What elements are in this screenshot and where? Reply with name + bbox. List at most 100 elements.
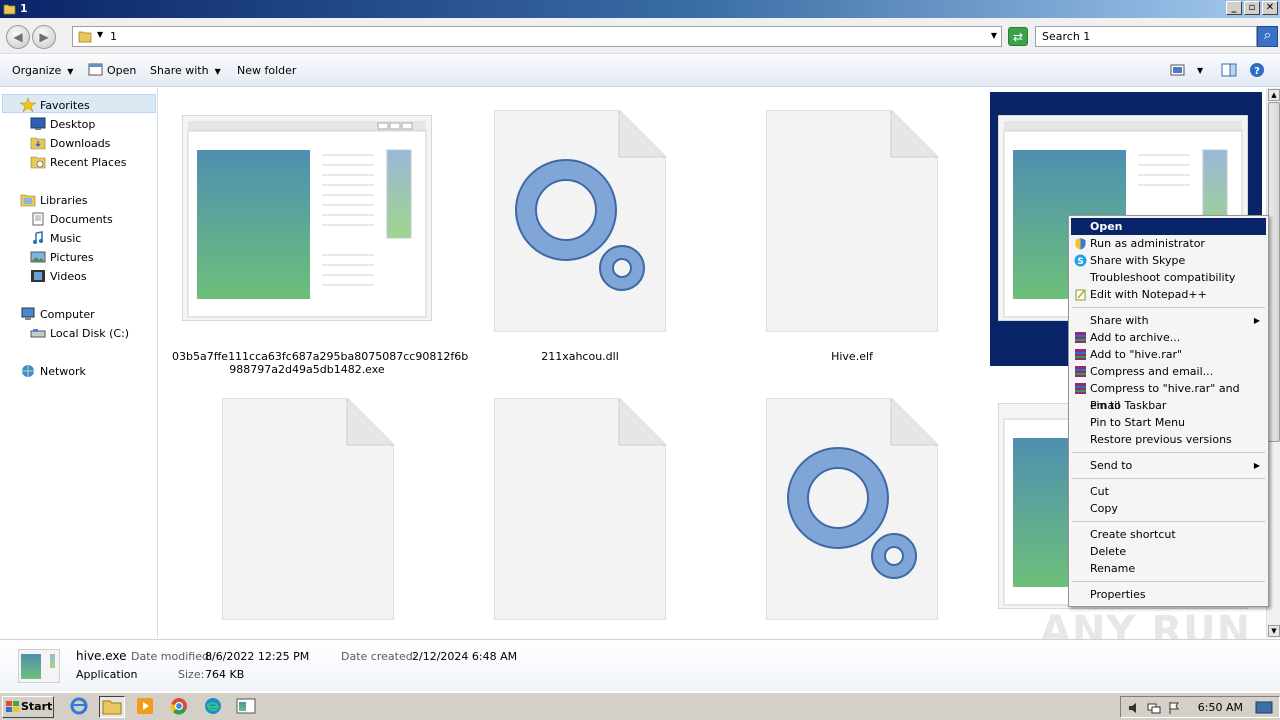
speaker-icon[interactable] <box>1127 701 1141 715</box>
menu-compress-rar-email[interactable]: Compress to "hive.rar" and email <box>1071 380 1266 412</box>
menu-pin-taskbar[interactable]: Pin to Taskbar <box>1071 397 1266 414</box>
nav-music-label: Music <box>50 232 82 245</box>
view-options-icon[interactable] <box>1170 62 1186 78</box>
menu-add-archive[interactable]: Add to archive... <box>1071 329 1266 346</box>
breadcrumb-arrow-icon[interactable]: ▼ <box>97 30 103 39</box>
scroll-up-icon[interactable]: ▲ <box>1268 89 1280 101</box>
menu-pin-taskbar-label: Pin to Taskbar <box>1090 399 1167 412</box>
menu-edit-notepad[interactable]: Edit with Notepad++ <box>1071 286 1266 303</box>
refresh-button[interactable]: ⇄ <box>1008 27 1028 46</box>
menu-cut[interactable]: Cut <box>1071 483 1266 500</box>
folder-icon <box>3 4 16 15</box>
command-bar: Organize ▼ Open Share with ▼ New folder ▼ … <box>0 55 1280 87</box>
open-button[interactable]: Open <box>107 64 136 77</box>
winrar-icon <box>1075 383 1086 394</box>
file-item[interactable] <box>765 397 939 621</box>
maximize-button[interactable]: ▫ <box>1244 1 1260 15</box>
menu-run-as-admin[interactable]: Run as administrator <box>1071 235 1266 252</box>
taskbar-edge[interactable] <box>201 696 227 718</box>
preview-pane-icon[interactable] <box>1221 62 1237 78</box>
organize-button[interactable]: Organize ▼ <box>12 64 73 77</box>
start-label: Start <box>21 700 53 713</box>
address-bar[interactable]: ▼ 1 ▼ <box>72 26 1002 47</box>
nav-documents[interactable]: Documents <box>30 212 113 226</box>
winrar-icon <box>1075 349 1086 360</box>
help-icon[interactable]: ? <box>1249 62 1265 78</box>
action-center-flag-icon[interactable] <box>1167 701 1181 715</box>
show-desktop-icon[interactable] <box>1255 700 1273 716</box>
menu-compress-email[interactable]: Compress and email... <box>1071 363 1266 380</box>
menu-delete[interactable]: Delete <box>1071 543 1266 560</box>
menu-create-shortcut[interactable]: Create shortcut <box>1071 526 1266 543</box>
taskbar-explorer[interactable] <box>99 696 125 718</box>
nav-favorites[interactable]: Favorites <box>20 98 90 112</box>
menu-send-to[interactable]: Send to ▶ <box>1071 457 1266 474</box>
start-button[interactable]: Start <box>2 696 54 718</box>
details-size-label: Size: <box>178 668 205 681</box>
skype-icon: S <box>1074 254 1087 267</box>
menu-share-with[interactable]: Share with ▶ <box>1071 312 1266 329</box>
menu-separator <box>1072 581 1265 582</box>
file-item[interactable] <box>493 397 667 621</box>
nav-libraries[interactable]: Libraries <box>20 193 88 207</box>
taskbar-ie[interactable] <box>67 696 93 718</box>
exe-thumbnail-icon <box>18 649 60 683</box>
menu-properties[interactable]: Properties <box>1071 586 1266 603</box>
nav-desktop[interactable]: Desktop <box>30 117 95 131</box>
menu-share-skype[interactable]: S Share with Skype <box>1071 252 1266 269</box>
nav-music[interactable]: Music <box>30 231 81 245</box>
downloads-icon <box>30 137 46 150</box>
taskbar-app[interactable] <box>234 696 260 718</box>
nav-network[interactable]: Network <box>20 364 86 378</box>
details-modified-value: 8/6/2022 12:25 PM <box>205 650 310 663</box>
address-path[interactable]: 1 <box>110 30 117 43</box>
taskbar-media-player[interactable] <box>133 696 159 718</box>
scroll-thumb[interactable] <box>1268 102 1280 442</box>
network-tray-icon[interactable] <box>1147 701 1161 715</box>
share-with-label: Share with <box>150 64 209 77</box>
menu-open[interactable]: Open <box>1071 218 1266 235</box>
nav-local-disk[interactable]: Local Disk (C:) <box>30 326 129 340</box>
search-icon[interactable]: ⌕ <box>1257 26 1278 47</box>
back-button[interactable]: ◀ <box>6 25 30 49</box>
details-size-value: 764 KB <box>205 668 245 681</box>
file-item[interactable] <box>493 109 667 333</box>
taskbar-chrome[interactable] <box>167 696 193 718</box>
nav-downloads[interactable]: Downloads <box>30 136 110 150</box>
menu-pin-start[interactable]: Pin to Start Menu <box>1071 414 1266 431</box>
organize-label: Organize <box>12 64 62 77</box>
nav-downloads-label: Downloads <box>50 137 111 150</box>
file-item[interactable] <box>221 397 395 621</box>
nav-libraries-label: Libraries <box>40 194 88 207</box>
menu-rename[interactable]: Rename <box>1071 560 1266 577</box>
file-item[interactable] <box>181 114 433 322</box>
menu-compress-email-label: Compress and email... <box>1090 365 1214 378</box>
nav-pictures[interactable]: Pictures <box>30 250 94 264</box>
edge-icon <box>205 698 221 714</box>
menu-cut-label: Cut <box>1090 485 1109 498</box>
scroll-down-icon[interactable]: ▼ <box>1268 625 1280 637</box>
menu-share-with-label: Share with <box>1090 314 1149 327</box>
view-dropdown-icon[interactable]: ▼ <box>1197 66 1203 75</box>
address-row: ◀ ▶ ▼ 1 ▼ ⇄ Search 1 ⌕ <box>0 18 1280 54</box>
file-name-label: 211xahcou.dll <box>541 350 619 363</box>
forward-button[interactable]: ▶ <box>32 25 56 49</box>
menu-troubleshoot[interactable]: Troubleshoot compatibility <box>1071 269 1266 286</box>
nav-computer[interactable]: Computer <box>20 307 95 321</box>
nav-videos[interactable]: Videos <box>30 269 87 283</box>
file-item[interactable] <box>765 109 939 333</box>
nav-recent-places[interactable]: Recent Places <box>30 155 127 169</box>
share-with-button[interactable]: Share with ▼ <box>150 64 221 77</box>
menu-add-rar[interactable]: Add to "hive.rar" <box>1071 346 1266 363</box>
menu-restore[interactable]: Restore previous versions <box>1071 431 1266 448</box>
minimize-button[interactable]: _ <box>1226 1 1242 15</box>
new-folder-button[interactable]: New folder <box>237 64 296 77</box>
clock[interactable]: 6:50 AM <box>1198 701 1243 714</box>
menu-copy[interactable]: Copy <box>1071 500 1266 517</box>
address-dropdown-icon[interactable]: ▼ <box>991 31 997 40</box>
close-button[interactable]: ✕ <box>1262 1 1278 15</box>
nav-documents-label: Documents <box>50 213 113 226</box>
menu-add-rar-label: Add to "hive.rar" <box>1090 348 1183 361</box>
window-title: 1 <box>20 2 28 15</box>
search-input[interactable]: Search 1 <box>1035 26 1257 47</box>
